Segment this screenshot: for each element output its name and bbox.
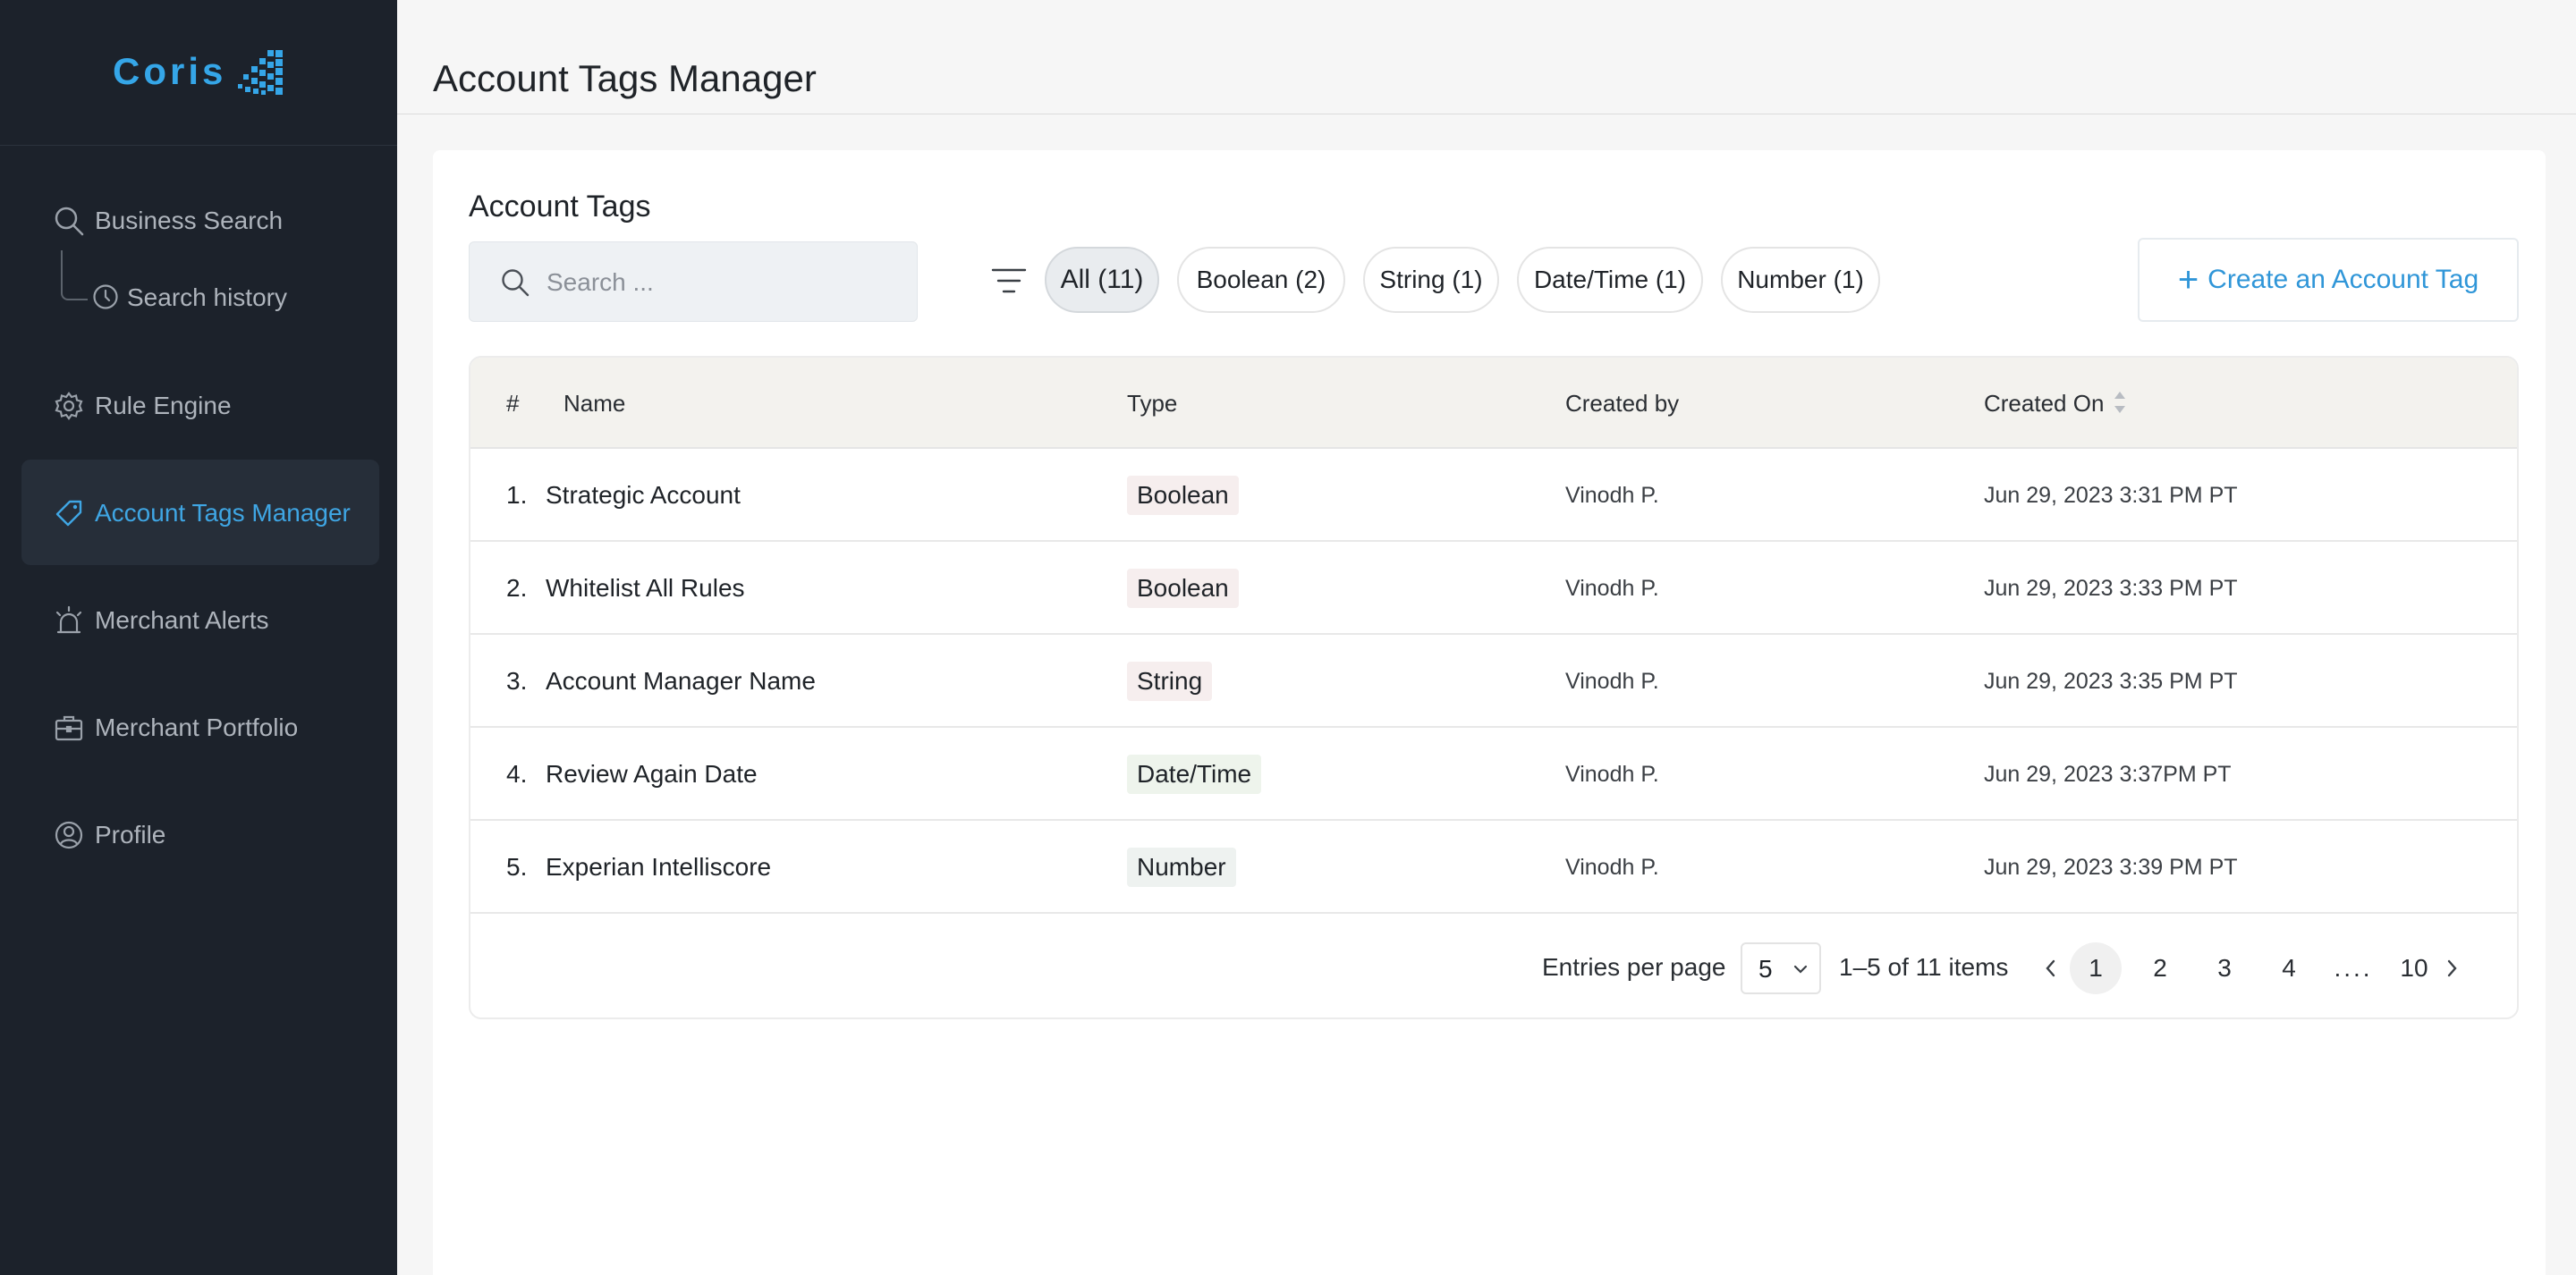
- siren-icon: [55, 605, 82, 634]
- column-header-name: Name: [564, 390, 626, 417]
- sidebar-item-account-tags-manager[interactable]: Account Tags Manager: [21, 460, 379, 565]
- type-badge: Boolean: [1127, 476, 1239, 515]
- sort-icon[interactable]: [2113, 386, 2127, 418]
- row-index: 3.: [506, 667, 528, 695]
- briefcase-icon: [55, 715, 83, 741]
- section-title: Account Tags: [469, 190, 651, 224]
- type-badge: Number: [1127, 848, 1236, 887]
- sidebar-item-label: Business Search: [95, 207, 284, 234]
- page-button-4[interactable]: 4: [2263, 942, 2315, 994]
- table-row[interactable]: 3. Account Manager Name String Vinodh P.…: [470, 635, 2517, 728]
- created-by: Vinodh P.: [1565, 762, 1659, 787]
- logo[interactable]: Coris: [0, 0, 397, 146]
- chevron-right-icon[interactable]: [2444, 957, 2460, 980]
- entries-per-page-select[interactable]: 5: [1741, 942, 1821, 994]
- row-index: 4.: [506, 760, 528, 788]
- content-card: Account Tags All (11) Boolean (2) String…: [433, 150, 2546, 1275]
- filter-icon[interactable]: [991, 265, 1027, 297]
- sidebar-item-label: Merchant Alerts: [95, 606, 269, 634]
- table-row[interactable]: 4. Review Again Date Date/Time Vinodh P.…: [470, 728, 2517, 821]
- created-on: Jun 29, 2023 3:37PM PT: [1984, 762, 2232, 787]
- created-on: Jun 29, 2023 3:31 PM PT: [1984, 483, 2238, 508]
- column-header-type: Type: [1127, 390, 1178, 417]
- tree-connector: [61, 250, 88, 300]
- column-header-created-by: Created by: [1565, 390, 1680, 417]
- created-by: Vinodh P.: [1565, 483, 1659, 508]
- tag-name[interactable]: Account Manager Name: [546, 667, 816, 696]
- row-index: 5.: [506, 853, 528, 881]
- search-box[interactable]: [469, 241, 918, 322]
- created-by: Vinodh P.: [1565, 855, 1659, 880]
- brand-name: Coris: [113, 50, 227, 92]
- created-on: Jun 29, 2023 3:33 PM PT: [1984, 576, 2238, 601]
- user-circle-icon: [55, 821, 83, 849]
- sidebar-item-merchant-alerts[interactable]: Merchant Alerts: [21, 567, 379, 672]
- search-icon: [55, 207, 84, 236]
- tag-name[interactable]: Review Again Date: [546, 760, 758, 789]
- sidebar-item-profile[interactable]: Profile: [21, 781, 379, 887]
- page-header: Account Tags Manager: [397, 0, 2576, 114]
- table-row[interactable]: 5. Experian Intelliscore Number Vinodh P…: [470, 821, 2517, 914]
- column-header-index: #: [506, 390, 520, 417]
- filter-chip-boolean[interactable]: Boolean (2): [1177, 247, 1345, 313]
- created-by: Vinodh P.: [1565, 669, 1659, 694]
- page-button-1[interactable]: 1: [2070, 942, 2122, 994]
- sidebar: Coris Business Search Search history Rul…: [0, 0, 397, 1275]
- table-header: # Name Type Created by Created On: [470, 358, 2517, 449]
- type-badge: Boolean: [1127, 569, 1239, 608]
- page-button-10[interactable]: 10: [2388, 942, 2440, 994]
- filter-chip-all[interactable]: All (11): [1045, 247, 1159, 313]
- filter-chip-number[interactable]: Number (1): [1721, 247, 1880, 313]
- created-on: Jun 29, 2023 3:35 PM PT: [1984, 669, 2238, 694]
- sidebar-item-label: Account Tags Manager: [95, 499, 351, 527]
- gear-icon: [55, 392, 83, 420]
- sidebar-item-search-history[interactable]: Search history: [0, 250, 397, 322]
- brand-mark-icon: [238, 50, 283, 95]
- page-title: Account Tags Manager: [433, 57, 817, 99]
- filter-chip-string[interactable]: String (1): [1363, 247, 1499, 313]
- sidebar-item-label: Rule Engine: [95, 392, 232, 419]
- tag-name[interactable]: Strategic Account: [546, 481, 741, 510]
- type-badge: Date/Time: [1127, 755, 1262, 794]
- row-index: 2.: [506, 574, 528, 602]
- type-badge: String: [1127, 662, 1213, 701]
- pagination: Entries per page 5 1–5 of 11 items 1 2 3…: [470, 917, 2517, 1017]
- created-by: Vinodh P.: [1565, 576, 1659, 601]
- table-row[interactable]: 2. Whitelist All Rules Boolean Vinodh P.…: [470, 542, 2517, 635]
- created-on: Jun 29, 2023 3:39 PM PT: [1984, 855, 2238, 880]
- sidebar-item-merchant-portfolio[interactable]: Merchant Portfolio: [21, 674, 379, 780]
- clock-icon: [93, 284, 118, 309]
- sidebar-item-label: Search history: [127, 283, 287, 311]
- sidebar-item-rule-engine[interactable]: Rule Engine: [21, 352, 379, 458]
- sidebar-item-label: Merchant Portfolio: [95, 713, 299, 741]
- per-page-value: 5: [1758, 955, 1773, 983]
- create-button-label: Create an Account Tag: [2207, 265, 2479, 294]
- tag-name[interactable]: Experian Intelliscore: [546, 853, 771, 882]
- tag-name[interactable]: Whitelist All Rules: [546, 574, 745, 603]
- row-index: 1.: [506, 481, 528, 509]
- plus-icon: +: [2177, 260, 2199, 300]
- table-row[interactable]: 1. Strategic Account Boolean Vinodh P. J…: [470, 449, 2517, 542]
- filter-chip-date-time[interactable]: Date/Time (1): [1517, 247, 1703, 313]
- page-button-3[interactable]: 3: [2199, 942, 2250, 994]
- search-icon: [502, 269, 530, 297]
- search-input[interactable]: [547, 258, 895, 307]
- create-account-tag-button[interactable]: + Create an Account Tag: [2138, 238, 2519, 322]
- sidebar-item-label: Profile: [95, 821, 166, 849]
- chevron-down-icon: [1793, 965, 1808, 974]
- column-header-created-on[interactable]: Created On: [1984, 390, 2104, 418]
- chevron-left-icon[interactable]: [2043, 957, 2059, 980]
- page-ellipsis: ....: [2334, 954, 2373, 982]
- entries-per-page-label: Entries per page: [1542, 953, 1726, 981]
- item-range: 1–5 of 11 items: [1839, 953, 2009, 981]
- tag-icon: [55, 500, 82, 527]
- account-tags-table: # Name Type Created by Created On 1. Str…: [469, 356, 2519, 1019]
- page-button-2[interactable]: 2: [2134, 942, 2186, 994]
